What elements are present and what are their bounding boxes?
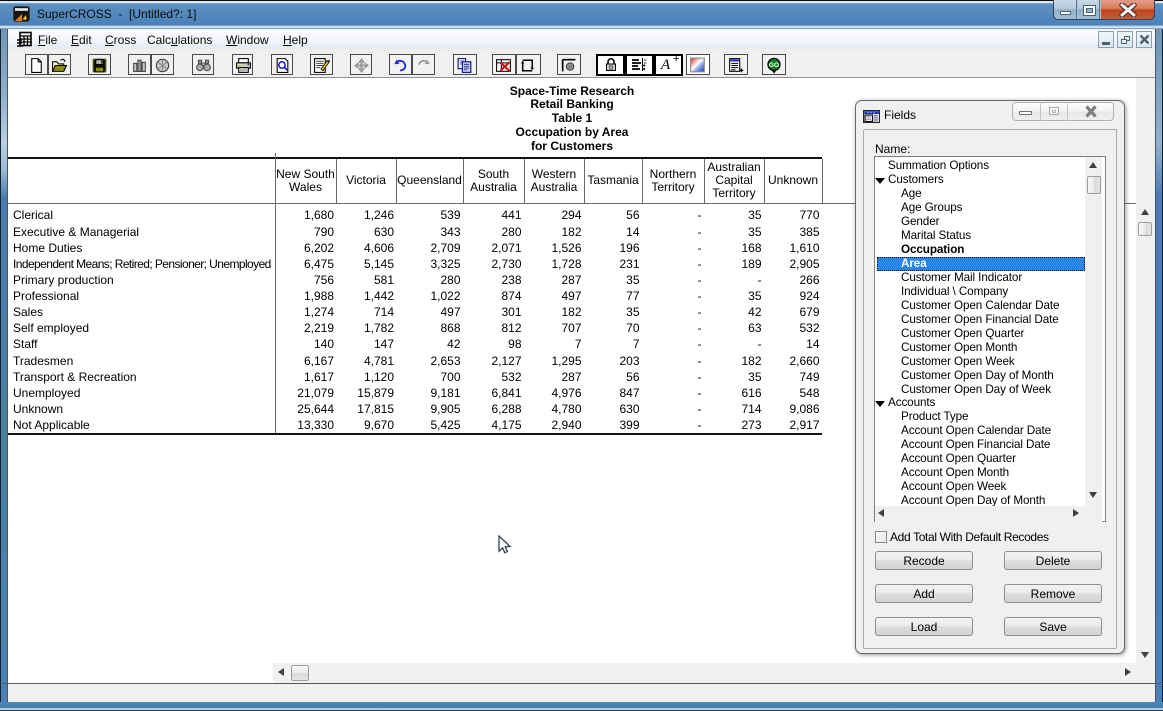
svg-text:GO: GO [769, 61, 779, 68]
